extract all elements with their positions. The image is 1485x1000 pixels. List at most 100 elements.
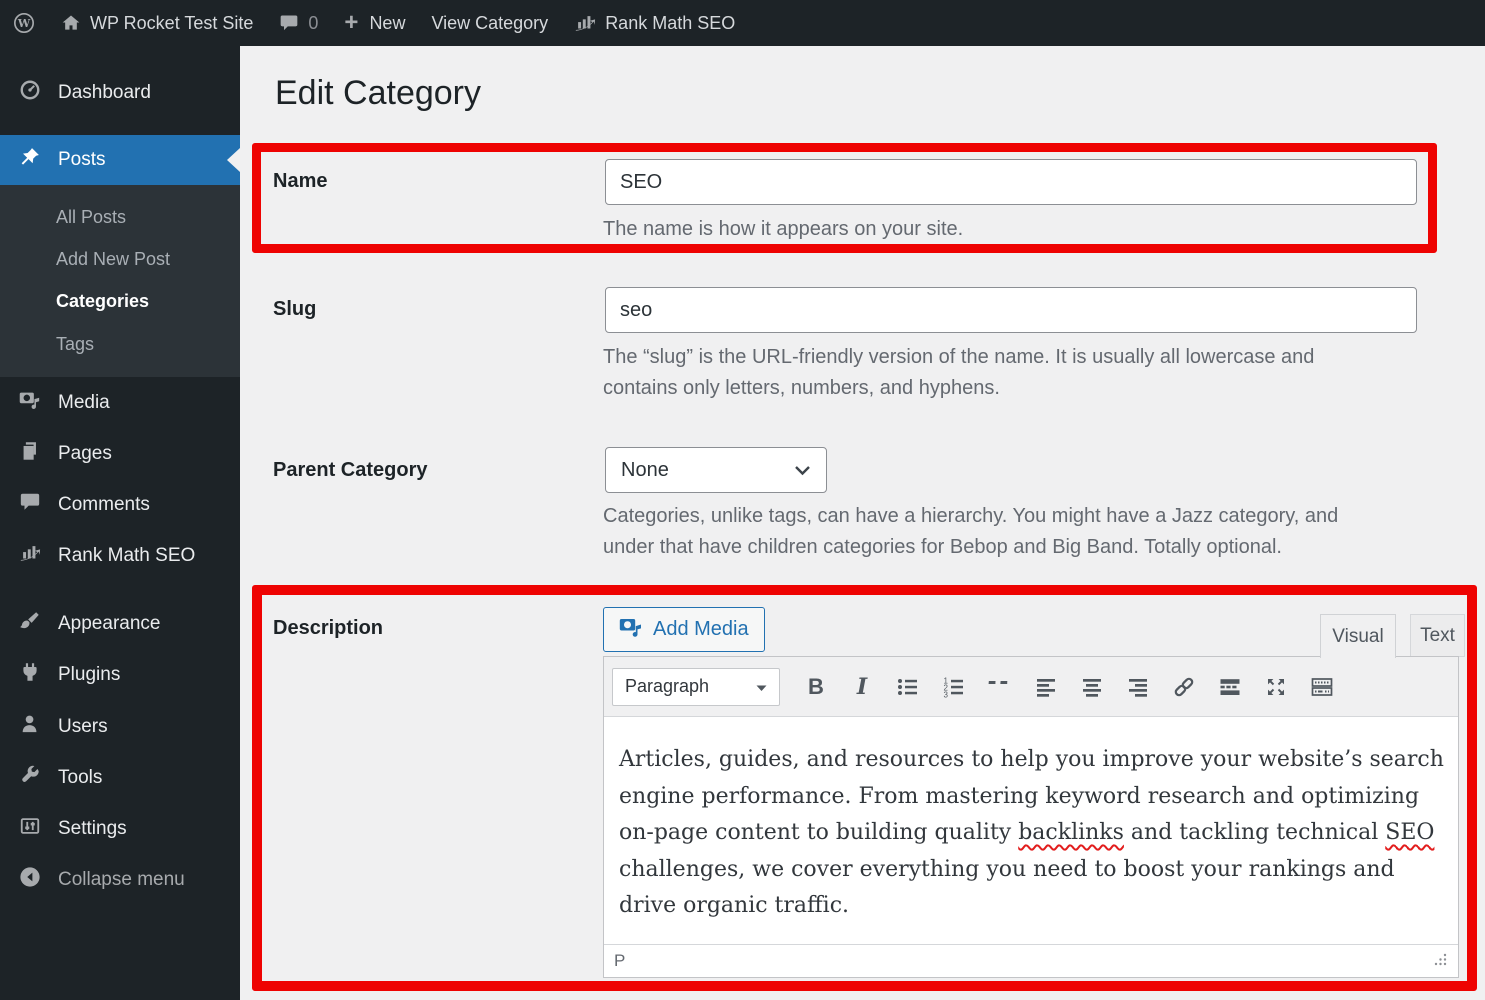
submenu-item-add-new-post[interactable]: Add New Post: [0, 238, 240, 280]
new-label: New: [369, 12, 406, 33]
sidebar-item-label: Appearance: [58, 613, 161, 634]
sidebar-item-label: Posts: [58, 149, 106, 170]
posts-submenu: All Posts Add New Post Categories Tags: [0, 185, 240, 377]
blockquote-button[interactable]: “: [977, 666, 1023, 708]
view-category-label: View Category: [431, 12, 549, 33]
sidebar-item-label: Media: [58, 392, 110, 413]
view-category-menu[interactable]: View Category: [418, 0, 561, 46]
sidebar-item-rank-math[interactable]: Rank Math SEO: [0, 531, 240, 581]
site-name-label: WP Rocket Test Site: [90, 12, 254, 33]
sidebar-item-label: Dashboard: [58, 82, 151, 103]
pages-icon: [19, 440, 41, 468]
misspelled-word: SEO: [1385, 820, 1435, 845]
sidebar-item-label: Rank Math SEO: [58, 545, 196, 566]
italic-button[interactable]: I: [839, 666, 885, 708]
rank-math-menu[interactable]: Rank Math SEO: [561, 0, 748, 46]
editor-status-bar: P: [604, 944, 1458, 977]
add-media-button[interactable]: Add Media: [603, 607, 765, 652]
name-help-text: The name is how it appears on your site.: [603, 218, 964, 240]
plug-icon: [19, 661, 41, 689]
description-textarea[interactable]: Articles, guides, and resources to help …: [604, 717, 1458, 945]
admin-sidebar: Dashboard Posts All Posts Add New Post C…: [0, 46, 240, 1000]
rank-math-icon: [574, 12, 596, 34]
sidebar-item-label: Collapse menu: [58, 869, 185, 890]
editor-toolbar: Paragraph B I 123 “: [604, 657, 1458, 717]
paragraph-format-select[interactable]: Paragraph: [612, 667, 780, 706]
add-media-label: Add Media: [653, 618, 749, 640]
bold-button[interactable]: B: [793, 666, 839, 708]
chevron-down-icon: [794, 459, 811, 482]
sidebar-item-comments[interactable]: Comments: [0, 480, 240, 530]
sidebar-item-plugins[interactable]: Plugins: [0, 650, 240, 700]
brush-icon: [19, 610, 41, 638]
wordpress-logo-icon: W: [13, 12, 35, 34]
sidebar-item-posts[interactable]: Posts: [0, 135, 240, 185]
rank-math-icon: [19, 542, 41, 570]
sidebar-item-users[interactable]: Users: [0, 702, 240, 752]
dashboard-icon: [19, 79, 41, 107]
fullscreen-button[interactable]: [1253, 666, 1299, 708]
home-icon: [61, 13, 81, 33]
parent-category-select[interactable]: None: [605, 447, 827, 493]
sidebar-item-dashboard[interactable]: Dashboard: [0, 68, 240, 118]
align-center-button[interactable]: [1069, 666, 1115, 708]
sidebar-item-label: Plugins: [58, 664, 121, 685]
comments-icon: [19, 491, 41, 519]
media-icon: [619, 615, 643, 645]
element-path: P: [614, 951, 626, 970]
settings-icon: [19, 815, 41, 843]
new-content-menu[interactable]: + New: [331, 0, 418, 46]
sidebar-item-label: Comments: [58, 494, 150, 515]
misspelled-word: backlinks: [1018, 820, 1124, 845]
sidebar-item-settings[interactable]: Settings: [0, 804, 240, 854]
toolbar-toggle-button[interactable]: [1299, 666, 1345, 708]
wrench-icon: [19, 764, 41, 792]
user-icon: [19, 713, 41, 741]
submenu-item-tags[interactable]: Tags: [0, 323, 240, 365]
align-right-button[interactable]: [1115, 666, 1161, 708]
submenu-item-categories[interactable]: Categories: [0, 280, 240, 322]
svg-text:3: 3: [944, 690, 949, 699]
chevron-down-icon: [756, 676, 767, 697]
sidebar-item-collapse-menu[interactable]: Collapse menu: [0, 855, 240, 905]
wp-logo-menu[interactable]: W: [0, 0, 48, 46]
numbered-list-button[interactable]: 123: [931, 666, 977, 708]
name-label: Name: [273, 170, 328, 192]
sidebar-item-tools[interactable]: Tools: [0, 753, 240, 803]
pushpin-icon: [19, 146, 41, 174]
wordpress-admin-page: W WP Rocket Test Site 0 + New View Categ…: [0, 0, 1485, 1000]
align-left-button[interactable]: [1023, 666, 1069, 708]
sidebar-item-media[interactable]: Media: [0, 378, 240, 428]
sidebar-item-appearance[interactable]: Appearance: [0, 599, 240, 649]
slug-help-text: The “slug” is the URL-friendly version o…: [603, 346, 1315, 399]
sidebar-item-label: Users: [58, 716, 108, 737]
collapse-arrow-icon: [19, 866, 41, 894]
rank-math-label: Rank Math SEO: [605, 12, 736, 33]
slug-input[interactable]: [605, 287, 1417, 333]
bulleted-list-button[interactable]: [885, 666, 931, 708]
comments-bubble-icon: [279, 13, 299, 33]
plus-icon: +: [344, 9, 359, 36]
sidebar-item-pages[interactable]: Pages: [0, 429, 240, 479]
svg-text:W: W: [17, 17, 31, 30]
name-input[interactable]: [605, 159, 1417, 205]
link-button[interactable]: [1161, 666, 1207, 708]
description-editor: Paragraph B I 123 “: [603, 656, 1459, 978]
read-more-button[interactable]: [1207, 666, 1253, 708]
sidebar-item-label: Pages: [58, 443, 112, 464]
sidebar-item-label: Settings: [58, 818, 127, 839]
admin-bar: W WP Rocket Test Site 0 + New View Categ…: [0, 0, 1485, 46]
submenu-item-all-posts[interactable]: All Posts: [0, 196, 240, 238]
parent-category-selected-value: None: [621, 458, 669, 481]
site-name-menu[interactable]: WP Rocket Test Site: [48, 0, 266, 46]
comments-count: 0: [308, 12, 319, 33]
parent-category-label: Parent Category: [273, 459, 428, 481]
slug-label: Slug: [273, 298, 317, 320]
tab-visual[interactable]: Visual: [1320, 614, 1396, 658]
resize-grip[interactable]: [1432, 951, 1448, 972]
current-menu-arrow: [227, 148, 240, 172]
tab-text[interactable]: Text: [1410, 614, 1465, 657]
comments-menu[interactable]: 0: [266, 0, 331, 46]
media-icon: [19, 389, 41, 417]
sidebar-item-label: Tools: [58, 767, 103, 788]
